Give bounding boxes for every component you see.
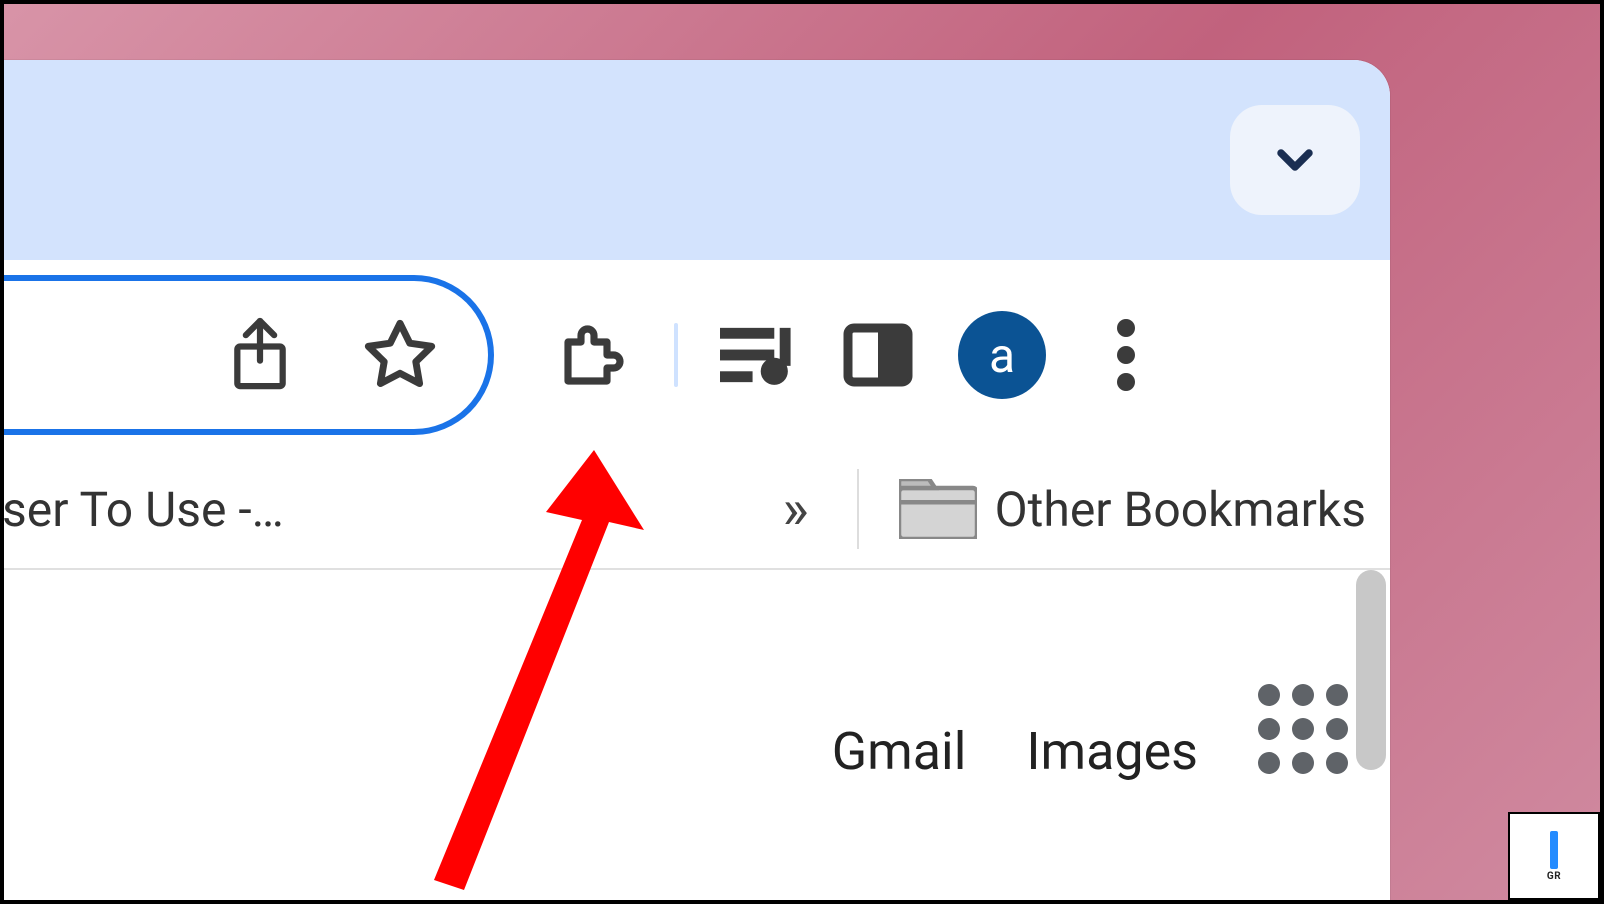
- side-panel-icon: [842, 319, 914, 391]
- tab-strip: [4, 60, 1390, 260]
- other-bookmarks-label: Other Bookmarks: [995, 481, 1366, 538]
- music-queue-icon: [720, 323, 796, 387]
- bookmark-item[interactable]: ser To Use -…: [4, 481, 284, 538]
- chevron-down-icon: [1267, 132, 1323, 188]
- media-control-button[interactable]: [718, 315, 798, 395]
- address-bar[interactable]: [4, 275, 494, 435]
- corner-label: GR: [1547, 871, 1561, 882]
- overflow-glyph: »: [782, 476, 808, 542]
- folder-icon: [899, 479, 977, 539]
- vertical-scrollbar[interactable]: [1356, 570, 1386, 770]
- share-icon: [226, 315, 294, 395]
- kebab-menu-icon: [1116, 319, 1136, 391]
- toolbar: a: [4, 260, 1390, 450]
- browser-window: a ser To Use -… » Other Bookmarks Gmai: [4, 60, 1390, 900]
- gmail-link[interactable]: Gmail: [832, 721, 967, 782]
- profile-avatar[interactable]: a: [958, 311, 1046, 399]
- bookmarks-bar: ser To Use -… » Other Bookmarks: [4, 450, 1390, 570]
- bookmark-label: ser To Use -…: [4, 481, 284, 538]
- bookmark-star-button[interactable]: [360, 315, 440, 395]
- share-button[interactable]: [220, 315, 300, 395]
- corner-bar-icon: [1550, 831, 1558, 869]
- toolbar-separator: [674, 323, 678, 387]
- images-link[interactable]: Images: [1026, 721, 1198, 782]
- extensions-button[interactable]: [554, 315, 634, 395]
- bookmarks-separator: [857, 469, 859, 549]
- google-apps-button[interactable]: [1258, 684, 1348, 774]
- search-tabs-button[interactable]: [1230, 105, 1360, 215]
- star-icon: [362, 317, 438, 393]
- other-bookmarks-button[interactable]: Other Bookmarks: [899, 479, 1366, 539]
- side-panel-button[interactable]: [838, 315, 918, 395]
- chrome-menu-button[interactable]: [1086, 315, 1166, 395]
- bookmarks-overflow-button[interactable]: »: [774, 476, 816, 542]
- corner-badge: GR: [1508, 812, 1600, 900]
- puzzle-icon: [555, 316, 633, 394]
- page-content: Gmail Images: [4, 570, 1390, 810]
- profile-initial: a: [989, 327, 1015, 384]
